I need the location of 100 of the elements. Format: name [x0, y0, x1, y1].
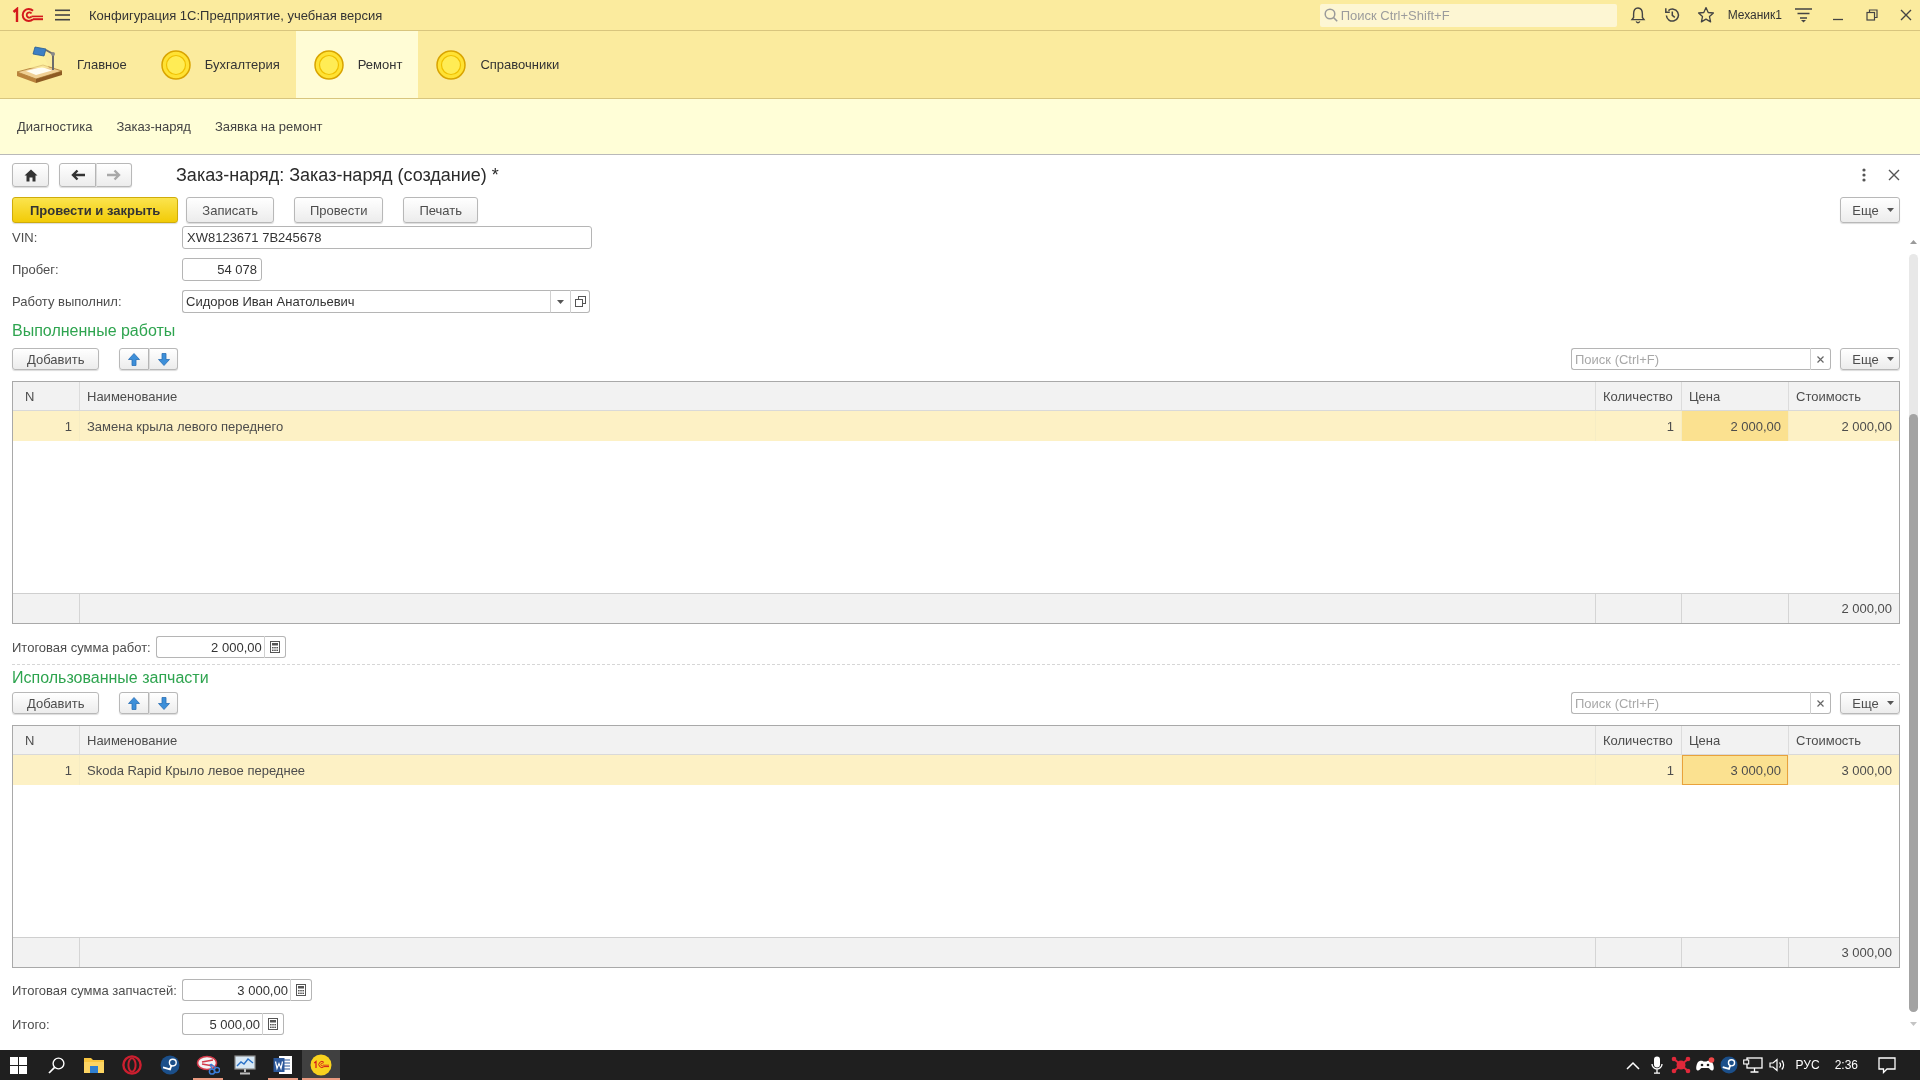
subsection-link[interactable]: Заказ-наряд — [116, 119, 191, 134]
calculator-icon — [268, 1018, 278, 1030]
add-button[interactable]: Добавить — [12, 348, 100, 370]
speaker-icon[interactable] — [1768, 1058, 1785, 1072]
table-cell: 1 — [13, 755, 80, 785]
clear-button[interactable] — [1810, 348, 1831, 370]
keyboard-language[interactable]: РУС — [1795, 1058, 1820, 1072]
section-tab[interactable]: Справочники — [418, 31, 576, 98]
calculator-button[interactable] — [263, 636, 286, 658]
scissors-icon[interactable] — [195, 1055, 220, 1075]
more-button[interactable]: Еще — [1840, 348, 1900, 370]
down-arrow-icon — [157, 352, 170, 366]
scrollbar[interactable] — [1908, 254, 1918, 1012]
notification-icon[interactable] — [1878, 1056, 1896, 1074]
clock-time[interactable]: 2:36 — [1834, 1058, 1858, 1072]
command-button[interactable]: Провести и закрыть — [12, 197, 179, 223]
move-up-button[interactable] — [119, 692, 150, 714]
column-header[interactable]: Количество — [1596, 726, 1682, 754]
scroll-up-icon[interactable] — [1909, 240, 1917, 244]
app-title: Конфигурация 1С:Предприятие, учебная версия — [89, 7, 383, 23]
clear-icon — [1817, 699, 1824, 707]
command-button[interactable]: Записать — [186, 197, 274, 223]
search-field[interactable]: Поиск Ctrl+Shift+F — [1319, 3, 1617, 27]
column-header[interactable]: Цена — [1682, 726, 1789, 754]
clear-icon — [1817, 355, 1824, 363]
column-header[interactable]: Количество — [1596, 382, 1682, 410]
microphone-icon[interactable] — [1650, 1056, 1663, 1074]
more-button[interactable]: Еще — [1840, 197, 1900, 223]
column-header[interactable]: Наименование — [80, 726, 1596, 754]
circle-icon — [160, 49, 191, 80]
scrollbar-thumb[interactable] — [1908, 414, 1918, 1012]
menu-icon[interactable] — [55, 9, 70, 21]
chevron-up-icon[interactable] — [1625, 1060, 1640, 1070]
star-icon[interactable] — [1696, 6, 1715, 24]
move-down-button[interactable] — [149, 348, 179, 370]
restore-icon[interactable] — [1866, 9, 1878, 21]
table-row[interactable]: 1 Замена крыла левого переднего 1 2 000,00 2 000,00 — [13, 411, 1899, 441]
more-button[interactable]: Еще — [1840, 692, 1900, 714]
logo-icon[interactable] — [309, 1054, 332, 1076]
network-icon[interactable] — [1742, 1057, 1763, 1073]
taskbar-button[interactable] — [302, 1050, 340, 1080]
column-header[interactable]: Стоимость — [1789, 382, 1899, 410]
table-cell-text: 2 000,00 — [1840, 417, 1893, 436]
folder-icon[interactable] — [83, 1056, 106, 1074]
add-button[interactable]: Добавить — [12, 692, 100, 714]
command-button[interactable]: Провести — [293, 197, 384, 223]
number-field[interactable]: 3 000,00 — [181, 979, 290, 1001]
table-cell: 2 000,00 — [1682, 411, 1789, 441]
home-button[interactable] — [12, 163, 49, 187]
column-header[interactable]: N — [13, 382, 80, 410]
select-field[interactable]: Сидоров Иван Анатольевич — [182, 290, 550, 313]
lines-menu-icon[interactable] — [1795, 7, 1812, 23]
logo-icon[interactable] — [12, 7, 43, 23]
section-tab[interactable]: Главное — [0, 31, 143, 98]
section-tab[interactable]: Бухгалтерия — [142, 31, 296, 98]
number-field[interactable]: 5 000,00 — [182, 1013, 262, 1035]
section-title: Использованные запчасти — [12, 668, 209, 688]
bell-icon[interactable] — [1628, 6, 1647, 24]
piston-disc-icon[interactable] — [159, 1055, 180, 1075]
home-icon — [23, 168, 38, 182]
calculator-button[interactable] — [289, 979, 312, 1001]
move-down-button[interactable] — [149, 692, 179, 714]
kebab-menu-icon[interactable] — [1862, 168, 1866, 182]
dropdown-button[interactable] — [550, 290, 570, 313]
close-icon[interactable] — [1900, 9, 1912, 21]
down-arrow-icon — [157, 696, 170, 710]
number-field[interactable]: 2 000,00 — [155, 636, 264, 658]
column-header[interactable]: Стоимость — [1789, 726, 1899, 754]
history-icon[interactable] — [1662, 6, 1681, 24]
search-field[interactable]: Поиск (Ctrl+F) — [1571, 348, 1810, 370]
column-header[interactable]: N — [13, 726, 80, 754]
table-row[interactable]: 1 Skoda Rapid Крыло левое переднее 1 3 000,00 3 000,00 — [13, 755, 1899, 785]
piston-disc-icon[interactable] — [1719, 1056, 1738, 1074]
ring-icon[interactable] — [122, 1055, 143, 1075]
open-button[interactable] — [570, 290, 590, 313]
search-field[interactable]: Поиск (Ctrl+F) — [1571, 692, 1810, 714]
calculator-button[interactable] — [262, 1013, 284, 1035]
column-header[interactable]: Наименование — [80, 382, 1596, 410]
move-up-button[interactable] — [119, 348, 150, 370]
close-icon[interactable] — [1888, 169, 1900, 181]
search-icon[interactable] — [48, 1056, 66, 1074]
command-button[interactable]: Печать — [403, 197, 478, 223]
input-field[interactable]: 54 078 — [182, 258, 262, 281]
table-cell: Замена крыла левого переднего — [80, 411, 1596, 441]
column-header[interactable]: Цена — [1682, 382, 1789, 410]
up-arrow-icon — [128, 696, 141, 710]
subsection-link[interactable]: Диагностика — [17, 119, 93, 134]
monitor-icon[interactable] — [234, 1055, 257, 1075]
gamepad-icon[interactable] — [1694, 1057, 1715, 1073]
nodes-icon[interactable] — [1670, 1056, 1691, 1074]
start-icon[interactable] — [10, 1056, 28, 1074]
clear-button[interactable] — [1810, 692, 1831, 714]
user-name[interactable]: Механик1 — [1727, 8, 1782, 22]
document-icon[interactable] — [273, 1055, 294, 1075]
calculator-icon — [295, 984, 306, 996]
subsection-link[interactable]: Заявка на ремонт — [214, 119, 323, 134]
input-field[interactable]: XW8123671 7B245678 — [182, 226, 592, 249]
section-tab[interactable]: Ремонт — [295, 31, 419, 98]
calculator-icon — [269, 641, 280, 653]
back-button[interactable] — [59, 163, 96, 187]
